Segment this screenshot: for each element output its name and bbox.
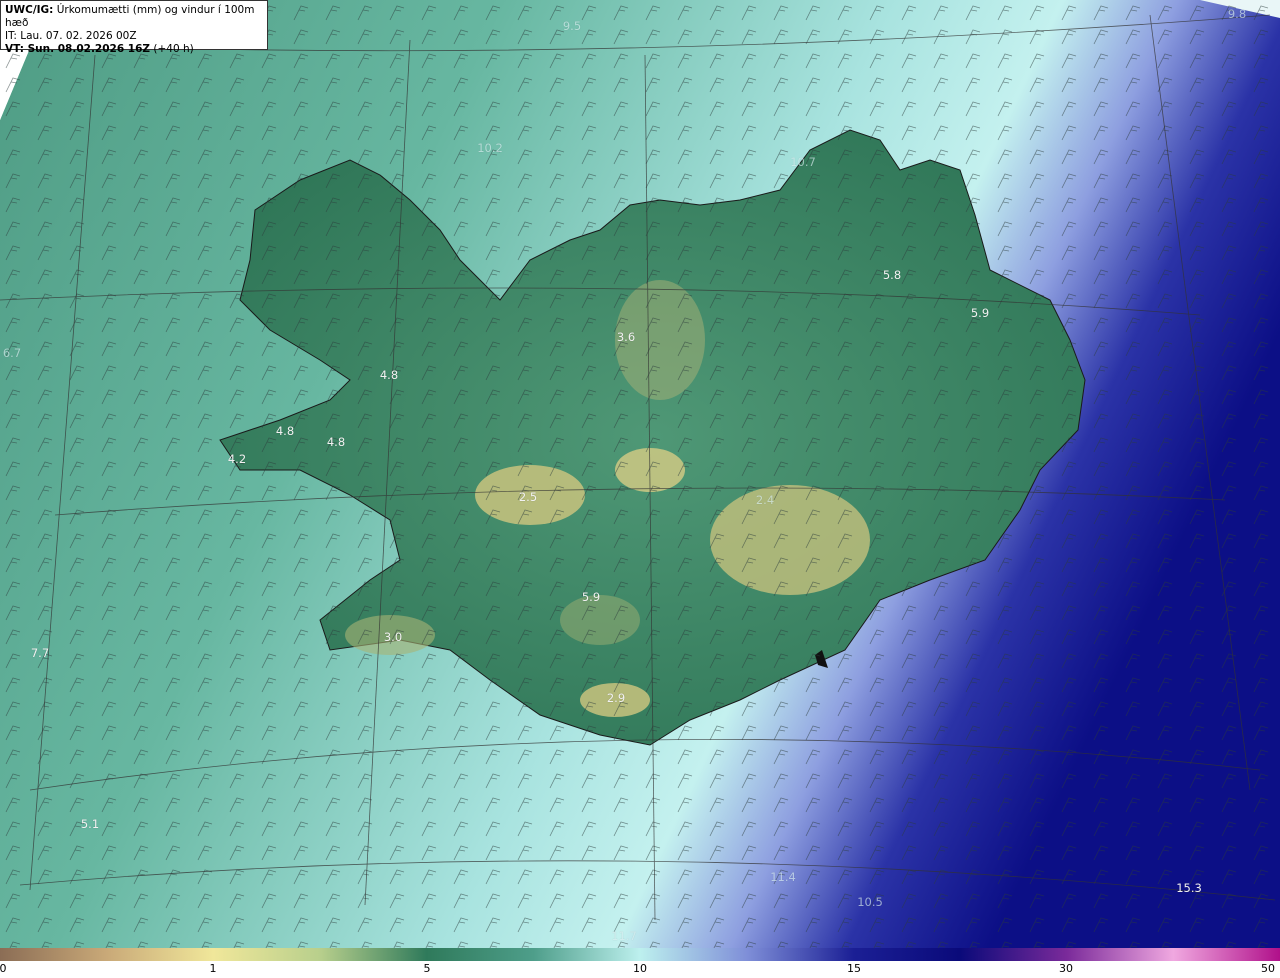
map-value-label: 11.7 [611, 929, 637, 943]
colorbar-tick-label: 5 [423, 962, 431, 975]
colorbar [0, 948, 1280, 961]
map-value-label: 7.7 [30, 646, 50, 660]
map-value-label: 6.7 [2, 346, 22, 360]
map-value-label: 4.8 [275, 424, 295, 438]
map-value-label: 9.5 [562, 19, 582, 33]
map-info-box: UWC/IG: Úrkomumætti (mm) og vindur í 100… [0, 0, 268, 55]
map-value-label: 10.2 [477, 141, 503, 155]
colorbar-tick-label: 50 [1261, 962, 1275, 975]
map-value-label: 2.4 [755, 493, 775, 507]
colorbar-tick-label: 1 [209, 962, 217, 975]
colorbar-labels: 0 1 5 10 15 30 50 [0, 962, 1280, 978]
product-code: UWC/IG: [5, 4, 54, 16]
map-value-label: 11.4 [770, 870, 796, 884]
map-value-label: 15.3 [1176, 881, 1202, 895]
colorbar-tick-label: 15 [847, 962, 861, 975]
map-value-label: 5.1 [80, 817, 100, 831]
map-value-label: 4.2 [227, 452, 247, 466]
map-value-label: 10.7 [790, 155, 816, 169]
map-value-label: 3.6 [616, 330, 636, 344]
map-value-label: 2.9 [606, 691, 626, 705]
init-time: IT: Lau. 07. 02. 2026 00Z [5, 30, 137, 42]
map-value-label: 10.5 [857, 895, 883, 909]
map-value-label: 4.8 [326, 435, 346, 449]
map-value-label: 4.8 [379, 368, 399, 382]
colorbar-tick-label: 10 [633, 962, 647, 975]
map-value-label: 9.8 [1227, 7, 1247, 21]
wind-barbs-layer [0, 0, 1280, 948]
map-value-label: 3.0 [383, 630, 403, 644]
valid-time: VT: Sun. 08.02.2026 16Z [5, 43, 151, 55]
lead-time: (+40 h) [153, 43, 194, 55]
map-value-label: 5.9 [581, 590, 601, 604]
colorbar-tick-label: 30 [1059, 962, 1073, 975]
precipitation-wind-map [0, 0, 1280, 948]
map-value-label: 5.8 [882, 268, 902, 282]
colorbar-tick-label: 0 [0, 962, 7, 975]
map-value-label: 2.5 [518, 490, 538, 504]
map-value-label: 5.9 [970, 306, 990, 320]
